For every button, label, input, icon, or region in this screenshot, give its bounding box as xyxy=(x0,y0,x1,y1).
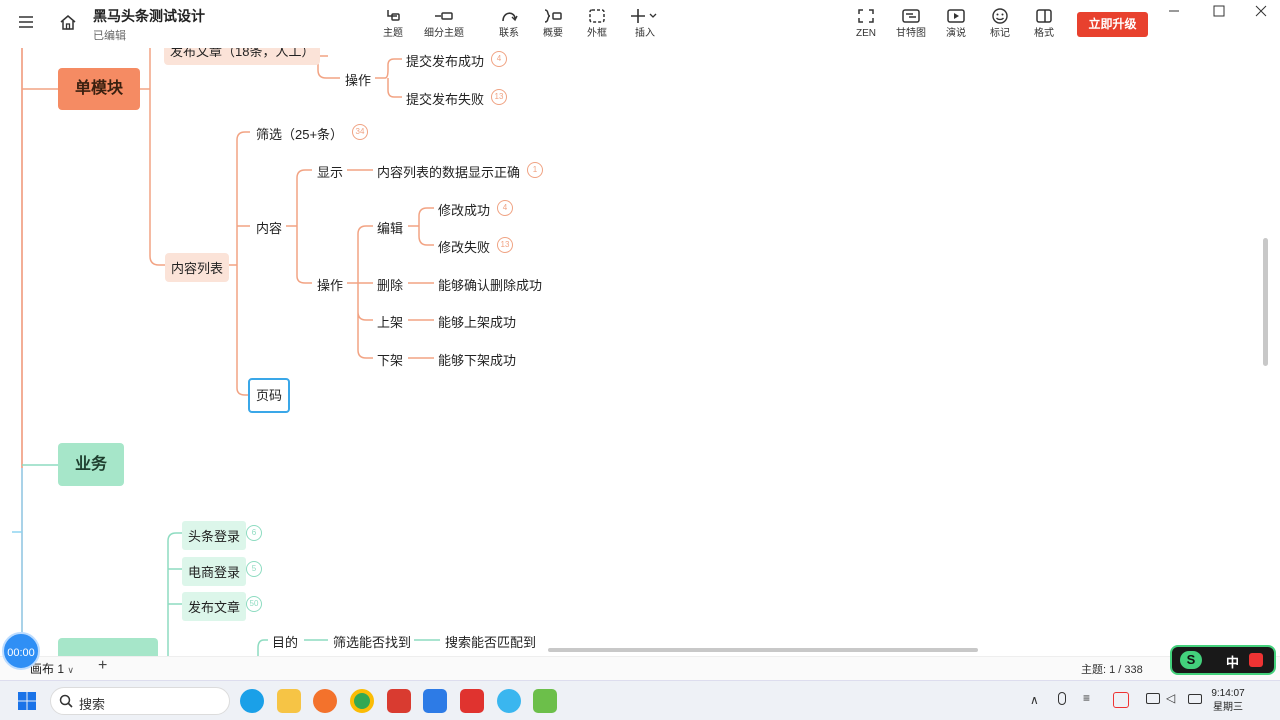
business-node[interactable]: 业务 xyxy=(58,443,124,486)
app-window: 黑马头条测试设计 已编辑 主题 细分主题 联系 概要 外框 插入 ZEN 甘特图… xyxy=(0,0,1280,720)
taskbar: 搜索 ∧ ≡ ◁ 9:14:07 星期三 xyxy=(0,680,1280,720)
submit-success-node[interactable]: 提交发布成功 xyxy=(406,51,484,70)
filter-find-node[interactable]: 筛选能否找到 xyxy=(333,632,411,651)
topic-button[interactable]: 主题 xyxy=(365,8,421,40)
sogou-tray-icon[interactable] xyxy=(1113,692,1129,708)
menu-icon[interactable] xyxy=(18,15,34,34)
filter-node[interactable]: 筛选（25+条） xyxy=(256,124,343,143)
count-badge: 13 xyxy=(497,237,513,253)
publish-article-node[interactable]: 发布文章 xyxy=(182,592,247,621)
canvas-tab[interactable]: 画布 1 ∨ xyxy=(30,660,74,677)
timer-badge[interactable]: 00:00 xyxy=(2,632,40,670)
count-badge: 50 xyxy=(246,596,262,612)
document-title: 黑马头条测试设计 xyxy=(93,8,205,24)
display-node[interactable]: 显示 xyxy=(317,162,343,181)
firefox-icon[interactable] xyxy=(313,689,337,713)
chrome-icon[interactable] xyxy=(350,689,374,713)
down-shelf-success-node[interactable]: 能够下架成功 xyxy=(438,350,516,369)
system-clock[interactable]: 9:14:07 星期三 xyxy=(1206,687,1250,715)
count-badge: 1 xyxy=(527,162,543,178)
count-badge: 13 xyxy=(491,89,507,105)
chevron-down-icon: ∨ xyxy=(67,665,74,675)
topic-count: 主题: 1 / 338 xyxy=(1081,664,1143,676)
mindmap-canvas[interactable]: 发布文章（18条，人工） 单模块 操作 提交发布成功 4 提交发布失败 13 筛… xyxy=(0,48,1280,656)
volume-icon[interactable]: ◁ xyxy=(1166,691,1175,705)
subtopic-button[interactable]: 细分主题 xyxy=(416,8,472,40)
green-module-node-cut[interactable] xyxy=(58,638,158,656)
format-icon xyxy=(1016,8,1072,26)
xmind-icon[interactable] xyxy=(460,689,484,713)
content-list-node[interactable]: 内容列表 xyxy=(165,253,230,282)
notepad-icon[interactable] xyxy=(533,689,557,713)
screen-icon[interactable] xyxy=(1146,693,1160,704)
purpose-node[interactable]: 目的 xyxy=(272,632,298,651)
delete-node[interactable]: 删除 xyxy=(377,275,403,294)
file-explorer-icon[interactable] xyxy=(277,689,301,713)
chat-app-icon[interactable] xyxy=(423,689,447,713)
taskbar-search[interactable]: 搜索 xyxy=(50,687,230,715)
count-badge: 34 xyxy=(352,124,368,140)
add-canvas-button[interactable]: + xyxy=(98,657,107,675)
horizontal-scrollbar[interactable] xyxy=(548,648,978,652)
insert-button[interactable]: 插入 xyxy=(617,8,673,40)
insert-icon xyxy=(617,8,673,26)
close-icon[interactable] xyxy=(1251,2,1271,20)
home-icon[interactable] xyxy=(59,14,77,36)
toolbar: 黑马头条测试设计 已编辑 主题 细分主题 联系 概要 外框 插入 ZEN 甘特图… xyxy=(0,0,1280,48)
subtopic-icon xyxy=(416,8,472,26)
topic-icon xyxy=(365,8,421,26)
up-shelf-success-node[interactable]: 能够上架成功 xyxy=(438,312,516,331)
count-badge: 4 xyxy=(491,51,507,67)
sogou-logo-icon: S xyxy=(1180,651,1202,669)
delete-success-node[interactable]: 能够确认删除成功 xyxy=(438,275,542,294)
edit-success-node[interactable]: 修改成功 xyxy=(438,200,490,219)
ecom-login-node[interactable]: 电商登录 xyxy=(182,557,247,586)
search-match-node[interactable]: 搜索能否匹配到 xyxy=(445,632,536,651)
up-shelf-node[interactable]: 上架 xyxy=(377,312,403,331)
ime-switch-icon[interactable]: ≡ xyxy=(1083,691,1090,705)
upgrade-button[interactable]: 立即升级 xyxy=(1077,12,1148,37)
vertical-scrollbar[interactable] xyxy=(1263,238,1268,366)
ime-toolbar[interactable]: S 中 xyxy=(1170,645,1276,675)
document-status: 已编辑 xyxy=(93,30,126,42)
messenger-icon[interactable] xyxy=(497,689,521,713)
submit-fail-node[interactable]: 提交发布失败 xyxy=(406,89,484,108)
wps-office-icon[interactable] xyxy=(387,689,411,713)
operation-node-1[interactable]: 操作 xyxy=(345,70,371,89)
windows-start-icon[interactable] xyxy=(17,691,37,716)
single-module-node[interactable]: 单模块 xyxy=(58,68,140,110)
battery-icon[interactable] xyxy=(1188,694,1202,704)
format-button[interactable]: 格式 xyxy=(1016,8,1072,40)
count-badge: 5 xyxy=(246,561,262,577)
edit-node[interactable]: 编辑 xyxy=(377,218,403,237)
operation-node-2[interactable]: 操作 xyxy=(317,275,343,294)
ime-skin-icon xyxy=(1249,653,1263,667)
microphone-icon[interactable] xyxy=(1058,692,1066,705)
content-node[interactable]: 内容 xyxy=(256,218,282,237)
down-shelf-node[interactable]: 下架 xyxy=(377,350,403,369)
count-badge: 6 xyxy=(246,525,262,541)
count-badge: 4 xyxy=(497,200,513,216)
edit-fail-node[interactable]: 修改失败 xyxy=(438,237,490,256)
display-correct-node[interactable]: 内容列表的数据显示正确 xyxy=(377,162,520,181)
chevron-up-icon[interactable]: ∧ xyxy=(1030,693,1039,707)
maximize-icon[interactable] xyxy=(1209,2,1229,20)
minimize-icon[interactable] xyxy=(1164,2,1184,20)
search-icon xyxy=(59,694,73,713)
publish-article-manual-node[interactable]: 发布文章（18条，人工） xyxy=(164,48,321,65)
pagination-node-selected[interactable]: 页码 xyxy=(248,378,290,413)
toutiao-login-node[interactable]: 头条登录 xyxy=(182,521,247,550)
edge-icon[interactable] xyxy=(240,689,264,713)
